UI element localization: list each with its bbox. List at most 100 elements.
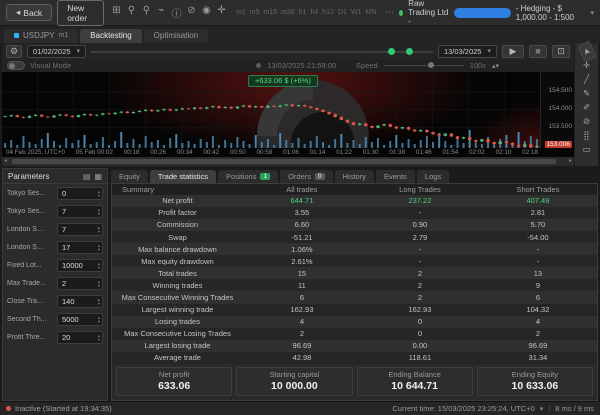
- table-row: Net profit 644.71 237.22 407.49: [112, 194, 597, 207]
- scrollbar-thumb[interactable]: [12, 159, 556, 165]
- price-chart[interactable]: +633.06 $ (+6%) 154.500 154.000 153.500 153…: [2, 71, 574, 148]
- stats-value-short: -54.00: [527, 232, 549, 242]
- pattern-icon[interactable]: ⣿: [578, 129, 596, 142]
- speed-stepper[interactable]: ▴▾: [492, 62, 499, 70]
- timeframe-chip-W1[interactable]: W1: [349, 9, 364, 16]
- chart-region: ⚙ 01/02/2025 ▾ 13/03/2025 ▾ ▶ ■ ⊡ Visual…: [0, 40, 600, 167]
- stats-tab-positions[interactable]: Positions 1: [218, 170, 279, 183]
- stepper-icon[interactable]: ▴ ▾: [98, 206, 100, 217]
- stats-tab-equity[interactable]: Equity: [111, 170, 148, 183]
- date-to-select[interactable]: 13/03/2025 ▾: [437, 44, 497, 58]
- new-order-button[interactable]: New order: [57, 0, 104, 26]
- pencil-icon[interactable]: ✎: [578, 87, 596, 100]
- account-selector[interactable]: Raw Trading Ltd - - Hedging - $ 1,000.00…: [399, 0, 594, 26]
- stepper-icon[interactable]: ▴ ▾: [98, 314, 100, 325]
- play-button[interactable]: ▶: [502, 44, 524, 58]
- parameter-input[interactable]: 20 ▴ ▾: [57, 331, 103, 344]
- scroll-left-icon[interactable]: ◂: [4, 157, 7, 166]
- stepper-icon[interactable]: ▴ ▾: [98, 278, 100, 289]
- settings-gear-icon[interactable]: ⚙: [6, 44, 22, 58]
- speed-slider[interactable]: [383, 61, 464, 70]
- pin-panel-icon[interactable]: ▦: [94, 172, 102, 181]
- info-icon[interactable]: ⓘ: [169, 5, 184, 20]
- chart-grid-icon[interactable]: ⊞: [109, 5, 124, 20]
- timeframe-chip-h12[interactable]: h12: [320, 9, 336, 16]
- stats-tab-events[interactable]: Events: [375, 170, 415, 183]
- tab-count-badge: 1: [260, 173, 271, 180]
- stepper-icon[interactable]: ▴ ▾: [98, 188, 100, 199]
- crosshair-icon[interactable]: ✛: [214, 5, 229, 20]
- table-row: Commission 6.60 0.90 5.70: [112, 218, 597, 231]
- brush-icon[interactable]: ✐: [578, 101, 596, 114]
- timeframe-chip-m30[interactable]: m30: [279, 9, 297, 16]
- backtest-range-slider[interactable]: [91, 45, 433, 58]
- time-axis-label: 00:50: [229, 148, 246, 156]
- chevron-down-icon[interactable]: ▾: [540, 405, 544, 413]
- stats-header-cell: All trades: [286, 184, 318, 194]
- stepper-icon[interactable]: ▴ ▾: [98, 260, 100, 271]
- timeframe-chip-h4[interactable]: h4: [308, 9, 320, 16]
- disable-icon[interactable]: ⊘: [184, 5, 199, 20]
- save-report-button[interactable]: ⊡: [552, 44, 570, 58]
- stats-row-label: Largest winning trade: [141, 305, 214, 315]
- timeframe-chip-m1[interactable]: m1: [234, 9, 248, 16]
- stepper-icon[interactable]: ▴ ▾: [98, 242, 100, 253]
- date-from-select[interactable]: 01/02/2025 ▾: [27, 44, 87, 58]
- current-price-tag: 153.006: [544, 140, 572, 148]
- visual-mode-toggle[interactable]: [7, 61, 25, 71]
- parameter-input[interactable]: 17 ▴ ▾: [57, 241, 103, 254]
- latency-text: 8 ms / 9 ms: [555, 404, 594, 413]
- collapse-panel-icon[interactable]: ▤: [83, 172, 91, 181]
- parameter-input[interactable]: 140 ▴ ▾: [57, 295, 103, 308]
- stats-value-all: 15: [297, 268, 307, 278]
- eye-icon[interactable]: ◉: [199, 5, 214, 20]
- parameter-input[interactable]: 2 ▴ ▾: [57, 277, 103, 290]
- statistics-table-header: Summary All trades Long Trades Short Trades: [112, 184, 597, 195]
- stats-value-long: 118.61: [408, 353, 432, 363]
- timeframe-chip-m15[interactable]: m15: [261, 9, 279, 16]
- tab-optimisation[interactable]: Optimisation: [143, 29, 209, 43]
- tab-backtesting[interactable]: Backtesting: [80, 29, 142, 43]
- stats-value-long: 0.90: [412, 220, 428, 230]
- stepper-icon[interactable]: ▴ ▾: [98, 332, 100, 343]
- stats-tab-orders[interactable]: Orders 0: [280, 170, 333, 183]
- parameter-row: Tokyo Ses... 0 ▴ ▾: [3, 184, 107, 202]
- stepper-icon[interactable]: ▴ ▾: [98, 296, 100, 307]
- stepper-icon[interactable]: ▴ ▾: [98, 224, 100, 235]
- eraser-icon[interactable]: ⊘: [578, 115, 596, 128]
- time-axis-label: 01:22: [336, 148, 352, 156]
- stats-tab-trade-statistics[interactable]: Trade statistics: [149, 170, 217, 183]
- zoom-out-icon[interactable]: ⚲: [139, 5, 154, 20]
- toolbar-overflow-icon[interactable]: ⋯: [385, 7, 394, 18]
- stop-button[interactable]: ■: [529, 44, 547, 58]
- range-handle-start[interactable]: [388, 47, 396, 55]
- parameter-input[interactable]: 5000 ▴ ▾: [57, 313, 103, 326]
- parameter-input[interactable]: 7 ▴ ▾: [57, 205, 103, 218]
- timeframe-chip-h1[interactable]: h1: [297, 9, 309, 16]
- announcement-icon[interactable]: ⌁: [154, 5, 169, 20]
- trendline-icon[interactable]: ╱: [578, 73, 596, 86]
- stats-tab-logs[interactable]: Logs: [416, 170, 450, 183]
- stats-table-body: Net profit 644.71 237.22 407.49 Profit facto…: [112, 194, 597, 364]
- scroll-right-icon[interactable]: ▸: [569, 157, 572, 166]
- chevron-down-icon: ▾: [76, 48, 81, 56]
- stats-row-label: Largest losing trade: [144, 341, 211, 351]
- timeframe-chip-m5[interactable]: m5: [248, 9, 262, 16]
- parameter-input[interactable]: 7 ▴ ▾: [57, 223, 103, 236]
- parameter-input[interactable]: 0 ▴ ▾: [57, 187, 103, 200]
- tab-chart-usdjpy[interactable]: USDJPY m1: [4, 29, 79, 43]
- parameter-input[interactable]: 10000 ▴ ▾: [57, 259, 103, 272]
- chart-scrollbar[interactable]: ◂ ▸: [2, 157, 574, 167]
- zoom-in-icon[interactable]: ⚲: [124, 5, 139, 20]
- speed-slider-handle[interactable]: [427, 62, 434, 69]
- stats-tab-history[interactable]: History: [334, 170, 374, 183]
- table-row: Total trades 15 2 13: [112, 267, 597, 280]
- time-axis-label: 01:38: [389, 148, 406, 156]
- table-row: Losing trades 4 0 4: [112, 315, 597, 328]
- timeframe-chip-D1[interactable]: D1: [336, 9, 349, 16]
- timeframe-chip-MN[interactable]: MN: [363, 9, 378, 16]
- time-axis-label: 04 Feb 2025, UTC+0: [6, 148, 65, 156]
- back-button[interactable]: ◂ Back: [6, 4, 53, 21]
- shapes-icon[interactable]: ▭: [578, 143, 596, 156]
- range-handle-end[interactable]: [405, 47, 413, 55]
